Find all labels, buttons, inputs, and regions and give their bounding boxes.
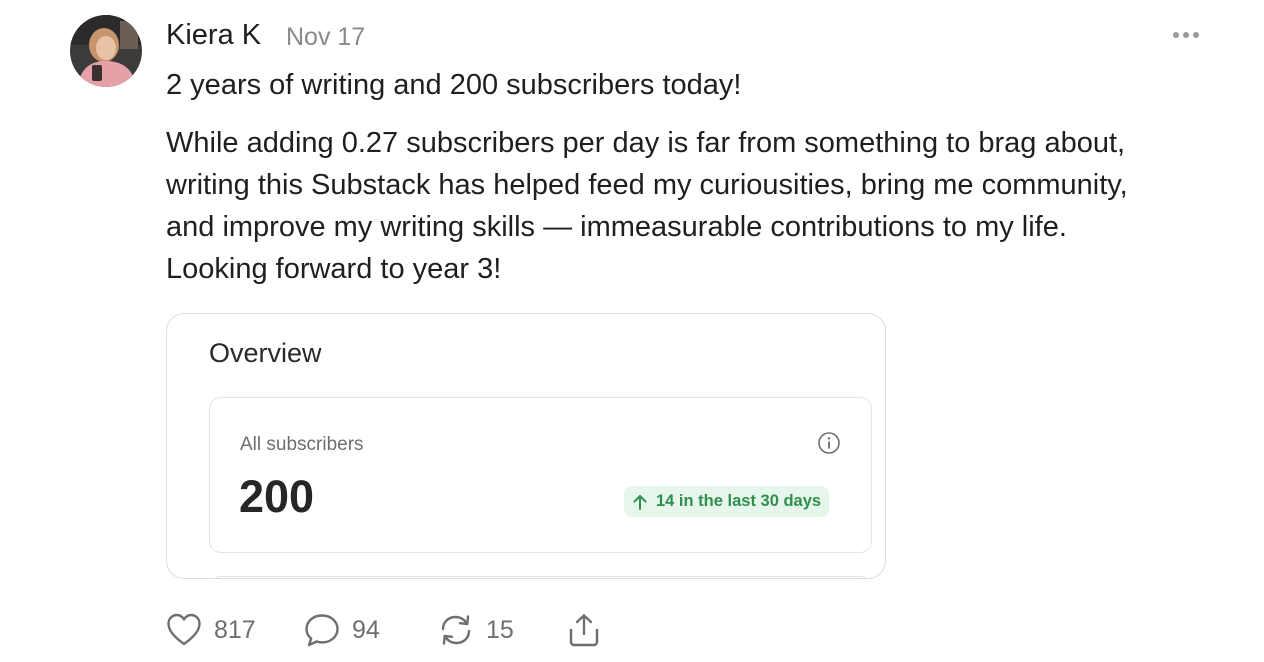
avatar-photo xyxy=(70,15,142,87)
comment-button[interactable]: 94 xyxy=(304,610,380,650)
restack-count: 15 xyxy=(486,615,514,644)
author-name[interactable]: Kiera K xyxy=(166,17,261,53)
comment-count: 94 xyxy=(352,615,380,644)
post-body-line: writing this Substack has helped feed my… xyxy=(166,169,1128,201)
restack-button[interactable]: 15 xyxy=(438,610,514,650)
restack-icon xyxy=(441,615,471,645)
more-options-icon[interactable] xyxy=(1168,24,1204,46)
subscribers-label: All subscribers xyxy=(240,434,364,455)
post-body-line: and improve my writing skills — immeasur… xyxy=(166,211,1067,243)
growth-badge-text: 14 in the last 30 days xyxy=(656,492,822,510)
overview-title: Overview xyxy=(209,338,322,368)
post-body-line: Looking forward to year 3! xyxy=(166,253,502,285)
subscribers-stat-box: All subscribers 200 14 in the last 30 da… xyxy=(209,397,872,553)
share-icon xyxy=(569,614,599,647)
post-headline: 2 years of writing and 200 subscribers t… xyxy=(166,69,742,101)
like-button[interactable]: 817 xyxy=(166,610,256,650)
post-actions: 817 94 15 xyxy=(166,610,646,650)
overview-image-card[interactable]: Overview All subscribers 200 14 in the l… xyxy=(166,313,886,579)
share-button[interactable] xyxy=(566,610,602,650)
next-stat-box xyxy=(209,576,872,578)
post-body-line: While adding 0.27 subscribers per day is… xyxy=(166,127,1126,159)
avatar[interactable] xyxy=(70,15,142,87)
like-count: 817 xyxy=(214,615,256,644)
info-icon xyxy=(817,431,841,455)
heart-icon xyxy=(167,613,201,646)
post-date[interactable]: Nov 17 xyxy=(286,22,365,52)
growth-badge: 14 in the last 30 days xyxy=(624,486,830,517)
comment-icon xyxy=(305,614,339,647)
arrow-up-icon xyxy=(633,494,647,510)
subscribers-count: 200 xyxy=(239,471,315,522)
post-body: While adding 0.27 subscribers per day is… xyxy=(166,122,1226,290)
